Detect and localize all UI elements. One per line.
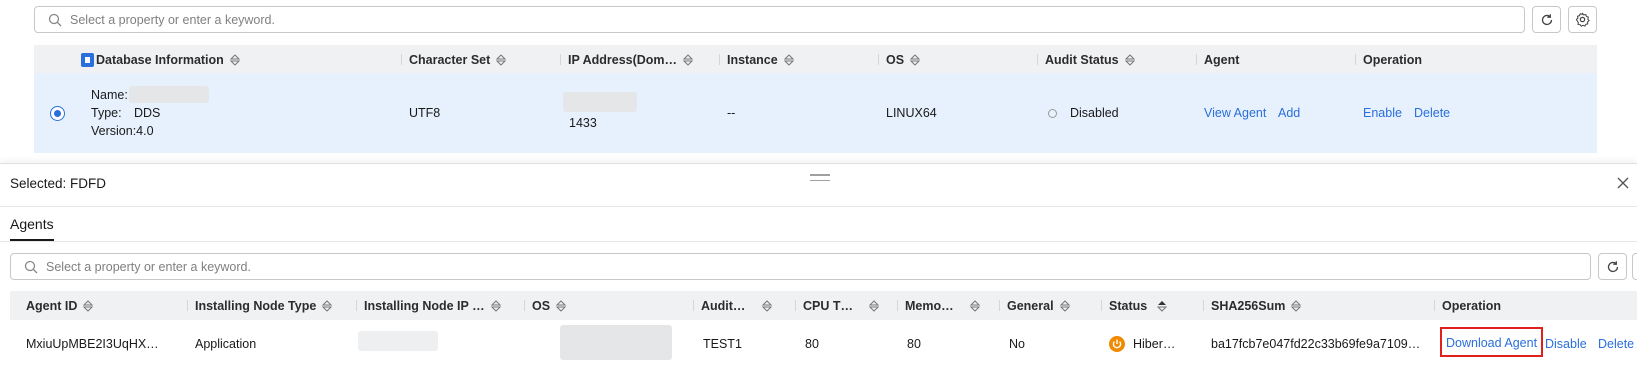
col-status[interactable]: Status bbox=[1101, 291, 1168, 320]
sha256-value: ba17fcb7e047fd22c33b69fe9a7109… bbox=[1211, 337, 1421, 351]
col-audit-status[interactable]: Audit Status bbox=[1037, 45, 1135, 74]
db-type-label: Type: bbox=[91, 106, 122, 120]
node-type-value: Application bbox=[195, 337, 257, 351]
delete-agent-link[interactable]: Delete bbox=[1598, 337, 1634, 351]
sort-icon[interactable] bbox=[762, 299, 773, 312]
sort-icon[interactable] bbox=[783, 53, 794, 66]
refresh-button[interactable] bbox=[1532, 6, 1561, 33]
db-version: Version:4.0 bbox=[91, 124, 154, 138]
sort-icon[interactable] bbox=[490, 299, 501, 312]
search-icon bbox=[48, 13, 62, 26]
sort-icon[interactable] bbox=[322, 299, 333, 312]
agent-table-header: Agent ID Installing Node Type Installing… bbox=[10, 291, 1637, 320]
col-agent-operation: Operation bbox=[1434, 291, 1501, 320]
col-agent-os[interactable]: OS bbox=[524, 291, 567, 320]
status-value: Hiber… bbox=[1133, 337, 1176, 351]
refresh-icon bbox=[1541, 13, 1552, 25]
sort-icon[interactable] bbox=[683, 53, 694, 66]
disable-link[interactable]: Disable bbox=[1545, 337, 1587, 351]
database-list-section: Select a property or enter a keyword. Da… bbox=[0, 0, 1637, 163]
col-ip-address[interactable]: IP Address(Dom… bbox=[560, 45, 694, 74]
audit-value: TEST1 bbox=[703, 337, 742, 351]
table-row-selected[interactable]: Name: Type: DDS Version:4.0 UTF8 1433 --… bbox=[34, 73, 1597, 153]
sort-icon[interactable] bbox=[496, 53, 507, 66]
row-radio-selected[interactable] bbox=[50, 106, 65, 121]
col-agent: Agent bbox=[1196, 45, 1239, 74]
view-agent-link[interactable]: View Agent bbox=[1204, 106, 1266, 120]
sort-icon[interactable] bbox=[869, 299, 879, 312]
col-installing-node-ip[interactable]: Installing Node IP … bbox=[356, 291, 501, 320]
settings-button-partial[interactable] bbox=[1632, 253, 1637, 280]
db-name-label: Name: bbox=[91, 88, 128, 102]
add-agent-link[interactable]: Add bbox=[1278, 106, 1300, 120]
memory-value: 80 bbox=[907, 337, 921, 351]
hibernate-status-icon bbox=[1109, 336, 1125, 352]
divider bbox=[0, 241, 1637, 242]
col-general[interactable]: General bbox=[999, 291, 1070, 320]
col-database-information[interactable]: Database Information bbox=[81, 45, 240, 74]
gear-icon bbox=[1575, 12, 1590, 27]
os-value: LINUX64 bbox=[886, 106, 937, 120]
col-installing-node-type[interactable]: Installing Node Type bbox=[187, 291, 333, 320]
refresh-icon bbox=[1607, 260, 1618, 272]
table-row: MxiuUpMBE2I3UqHX… Application TEST1 80 8… bbox=[10, 320, 1637, 372]
col-cpu[interactable]: CPU T… bbox=[795, 291, 879, 320]
col-memory[interactable]: Memo… bbox=[897, 291, 980, 320]
database-search-input[interactable]: Select a property or enter a keyword. bbox=[34, 6, 1525, 33]
sort-icon[interactable] bbox=[556, 299, 567, 312]
col-sha256sum[interactable]: SHA256Sum bbox=[1203, 291, 1302, 320]
enable-link[interactable]: Enable bbox=[1363, 106, 1402, 120]
close-icon[interactable] bbox=[1617, 177, 1629, 189]
search-icon bbox=[24, 260, 38, 273]
db-name-redacted bbox=[129, 86, 209, 103]
node-ip-redacted bbox=[358, 331, 438, 351]
col-character-set[interactable]: Character Set bbox=[401, 45, 507, 74]
general-value: No bbox=[1009, 337, 1025, 351]
agent-refresh-button[interactable] bbox=[1598, 253, 1627, 280]
sort-icon[interactable] bbox=[1059, 299, 1070, 312]
sort-icon[interactable] bbox=[910, 53, 921, 66]
col-os[interactable]: OS bbox=[878, 45, 921, 74]
sort-icon[interactable] bbox=[229, 53, 240, 66]
download-agent-link[interactable]: Download Agent bbox=[1440, 327, 1544, 357]
tab-agents[interactable]: Agents bbox=[10, 216, 54, 232]
col-operation: Operation bbox=[1355, 45, 1422, 74]
agent-search-input[interactable]: Select a property or enter a keyword. bbox=[10, 253, 1591, 280]
agent-id-value: MxiuUpMBE2I3UqHX… bbox=[26, 337, 159, 351]
database-table-header: Database Information Character Set IP Ad… bbox=[34, 45, 1597, 74]
search-placeholder: Select a property or enter a keyword. bbox=[46, 259, 251, 274]
agent-os-redacted bbox=[560, 325, 672, 360]
status-dot-icon bbox=[1048, 109, 1057, 118]
sort-icon[interactable] bbox=[83, 299, 94, 312]
charset-value: UTF8 bbox=[409, 106, 441, 120]
selected-label: Selected: FDFD bbox=[10, 176, 107, 191]
col-agent-id[interactable]: Agent ID bbox=[26, 291, 94, 320]
instance-value: -- bbox=[727, 106, 736, 120]
sort-icon[interactable] bbox=[969, 299, 980, 312]
db-type-value: DDS bbox=[134, 106, 161, 120]
search-placeholder: Select a property or enter a keyword. bbox=[70, 12, 275, 27]
sort-icon[interactable] bbox=[1291, 299, 1302, 312]
cpu-value: 80 bbox=[805, 337, 819, 351]
sort-icon[interactable] bbox=[1124, 53, 1135, 66]
settings-button[interactable] bbox=[1568, 6, 1597, 33]
col-audit[interactable]: Audit… bbox=[693, 291, 773, 320]
checkbox-icon[interactable] bbox=[81, 52, 94, 67]
agents-panel: Selected: FDFD Agents Select a property … bbox=[0, 163, 1637, 371]
col-instance[interactable]: Instance bbox=[719, 45, 794, 74]
audit-status-value: Disabled bbox=[1070, 106, 1119, 120]
port-value: 1433 bbox=[569, 116, 597, 130]
sort-active-icon[interactable] bbox=[1157, 300, 1168, 312]
drag-handle-icon[interactable] bbox=[810, 174, 830, 183]
delete-link[interactable]: Delete bbox=[1414, 106, 1450, 120]
divider bbox=[0, 206, 1637, 207]
ip-redacted bbox=[563, 92, 637, 112]
